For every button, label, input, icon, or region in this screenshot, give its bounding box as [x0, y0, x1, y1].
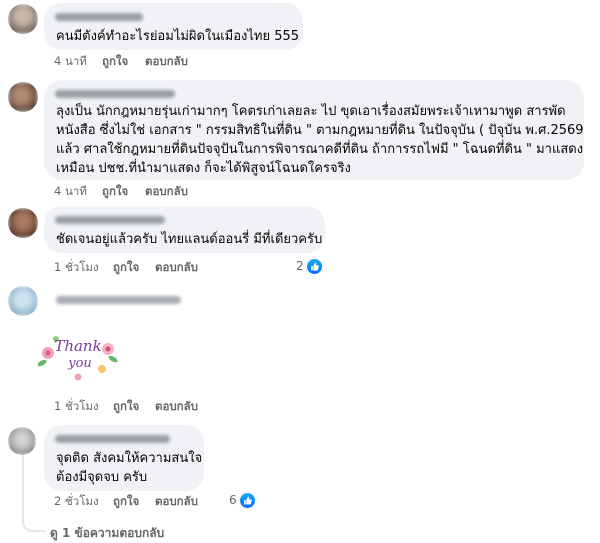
comment-bubble: คนมีตังค์ทำอะไรย่อมไม่ผิดในเมืองไทย 555	[44, 3, 303, 50]
commenter-name[interactable]	[55, 13, 143, 21]
comment-text-line: ต้องมีจุดจบ ครับ	[56, 470, 148, 485]
thank-you-sticker[interactable]: Thank you	[37, 325, 118, 385]
avatar[interactable]	[8, 208, 38, 238]
reply-button[interactable]: ตอบกลับ	[145, 183, 188, 199]
reaction-summary[interactable]: 2	[296, 257, 323, 275]
comment-time[interactable]: 1 ชั่วโมง	[54, 259, 99, 275]
like-button[interactable]: ถูกใจ	[113, 493, 139, 509]
comment-time[interactable]: 4 นาที	[54, 53, 87, 69]
avatar[interactable]	[8, 427, 36, 455]
reaction-count: 6	[229, 493, 237, 507]
reply-button[interactable]: ตอบกลับ	[155, 259, 198, 275]
commenter-name[interactable]	[55, 90, 175, 98]
comment-text: ชัดเจนอยู่แล้วครับ ไทยแลนด์ออนรี่ มีที่เ…	[56, 232, 323, 247]
comment-time[interactable]: 4 นาที	[54, 183, 87, 199]
comment-text-line: เหมือน ปชช.ที่นำมาแสดง ก็จะได้พิสูจน์โฉน…	[56, 161, 351, 176]
like-button[interactable]: ถูกใจ	[102, 183, 128, 199]
commenter-name[interactable]	[56, 296, 181, 304]
comment-text-line: ลุงเป็น นักกฎหมายรุ่นเก่ามากๆ โคตรเก่าเล…	[56, 104, 566, 119]
comment-text-line: จุดติด สังคมให้ความสนใจ	[56, 451, 203, 466]
commenter-name[interactable]	[55, 435, 170, 443]
avatar[interactable]	[8, 82, 38, 112]
reply-button[interactable]: ตอบกลับ	[145, 53, 188, 69]
like-icon	[305, 257, 323, 275]
reaction-count: 2	[296, 259, 304, 273]
like-button[interactable]: ถูกใจ	[113, 259, 139, 275]
sticker-text: you	[67, 356, 92, 371]
view-replies-link[interactable]: ดู 1 ข้อความตอบกลับ	[50, 524, 164, 543]
reply-button[interactable]: ตอบกลับ	[155, 493, 198, 509]
like-icon	[238, 491, 256, 509]
comment-bubble: ชัดเจนอยู่แล้วครับ ไทยแลนด์ออนรี่ มีที่เ…	[44, 206, 325, 253]
comment-time[interactable]: 2 ชั่วโมง	[54, 493, 99, 509]
comment-bubble: จุดติด สังคมให้ความสนใจ ต้องมีจุดจบ ครับ	[44, 425, 204, 491]
comment-bubble: ลุงเป็น นักกฎหมายรุ่นเก่ามากๆ โคตรเก่าเล…	[44, 80, 584, 180]
comment-time[interactable]: 1 ชั่วโมง	[54, 398, 99, 414]
avatar[interactable]	[8, 286, 38, 316]
avatar[interactable]	[8, 4, 38, 34]
commenter-name[interactable]	[55, 216, 165, 224]
comment-text-line: แล้ว ศาลใช้กฎหมายที่ดินปัจจุปันในการพิจา…	[56, 142, 584, 157]
comment-text: คนมีตังค์ทำอะไรย่อมไม่ผิดในเมืองไทย 555	[56, 29, 300, 44]
like-button[interactable]: ถูกใจ	[102, 53, 128, 69]
reply-button[interactable]: ตอบกลับ	[155, 398, 198, 414]
like-button[interactable]: ถูกใจ	[113, 398, 139, 414]
comment-text-line: หนังสือ ซึ่งไม่ใช่ เอกสาร " กรรมสิทธิในท…	[56, 123, 584, 138]
sticker-text: Thank	[54, 337, 101, 355]
reaction-summary[interactable]: 6	[229, 491, 256, 509]
